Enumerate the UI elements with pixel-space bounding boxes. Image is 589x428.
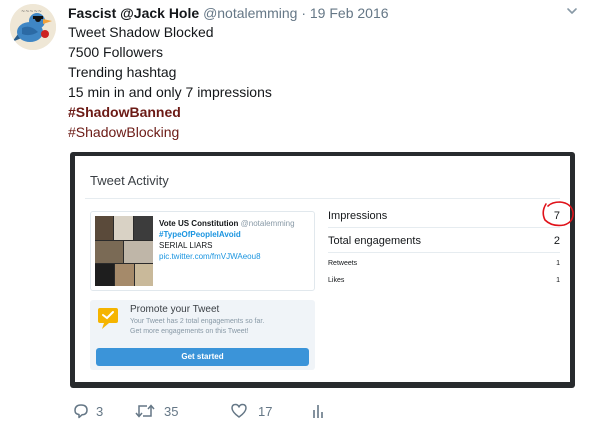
reply-icon: [74, 404, 88, 419]
stat-value: 1: [556, 277, 560, 284]
tweet-header: Fascist @Jack Hole @notalemming · 19 Feb…: [68, 4, 389, 22]
handle[interactable]: @notalemming: [203, 5, 297, 21]
like-icon: [231, 403, 247, 418]
hashtag-link[interactable]: #ShadowBlocking: [68, 122, 272, 142]
tweet-preview: Vote US Constitution @notalemming #TypeO…: [90, 211, 315, 291]
tweet-date[interactable]: 19 Feb 2016: [310, 5, 389, 21]
promote-box: Promote your Tweet Your Tweet has 2 tota…: [90, 300, 315, 370]
tweet-line: Trending hashtag: [68, 64, 177, 80]
tweet-activity-card: Tweet Activity Vote US Constitution @not…: [75, 156, 574, 382]
stat-value: 1: [556, 260, 560, 267]
reply-count: 3: [96, 404, 104, 419]
preview-thumbnail: [95, 216, 153, 286]
stat-label: Retweets: [328, 260, 358, 267]
stat-label: Likes: [328, 277, 345, 284]
analytics-icon: [313, 405, 323, 418]
chevron-down-icon[interactable]: [565, 4, 579, 18]
preview-link: pic.twitter.com/fmVJWAeou8: [159, 252, 261, 261]
promo-title: Promote your Tweet: [130, 304, 220, 315]
annotation-circle: [542, 201, 574, 227]
divider: [85, 198, 560, 199]
tweet: ~~~~~ Fascist @Jack Hole @notalemming · …: [0, 0, 589, 428]
svg-text:~~~~~: ~~~~~: [21, 9, 42, 15]
bird-avatar-icon: ~~~~~: [10, 4, 56, 50]
stat-label: Impressions: [328, 210, 388, 222]
stat-label: Total engagements: [328, 235, 421, 247]
promo-sub-line: Your Tweet has 2 total engagements so fa…: [130, 318, 265, 325]
avatar[interactable]: ~~~~~: [10, 4, 56, 50]
tweet-text: Tweet Shadow Blocked 7500 Followers Tren…: [68, 22, 272, 142]
hashtag-link[interactable]: #ShadowBanned: [68, 102, 272, 122]
tweet-line: 15 min in and only 7 impressions: [68, 84, 272, 100]
megaphone-icon: [98, 308, 118, 329]
retweet-icon: [135, 404, 155, 418]
preview-text: Vote US Constitution @notalemming #TypeO…: [159, 218, 295, 262]
stat-value: 2: [553, 235, 560, 247]
display-name[interactable]: Fascist @Jack Hole: [68, 5, 199, 21]
tweet-line: 7500 Followers: [68, 44, 163, 60]
preview-name: Vote US Constitution: [159, 219, 239, 228]
like-count: 17: [258, 404, 273, 419]
promo-subtitle: Your Tweet has 2 total engagements so fa…: [130, 317, 264, 337]
divider: [328, 227, 560, 228]
preview-line: SERIAL LIARS: [159, 241, 213, 250]
preview-handle: @notalemming: [240, 219, 295, 228]
divider: [328, 252, 560, 253]
attached-image[interactable]: Tweet Activity Vote US Constitution @not…: [70, 152, 575, 388]
retweet-count: 35: [164, 404, 179, 419]
promo-sub-line: Get more engagements on this Tweet!: [130, 328, 249, 335]
separator-dot: ·: [301, 5, 306, 21]
preview-hashtag: #TypeOfPeopleIAvoid: [159, 230, 241, 239]
card-title: Tweet Activity: [90, 173, 169, 188]
get-started-button[interactable]: Get started: [96, 348, 309, 366]
tweet-line: Tweet Shadow Blocked: [68, 24, 214, 40]
